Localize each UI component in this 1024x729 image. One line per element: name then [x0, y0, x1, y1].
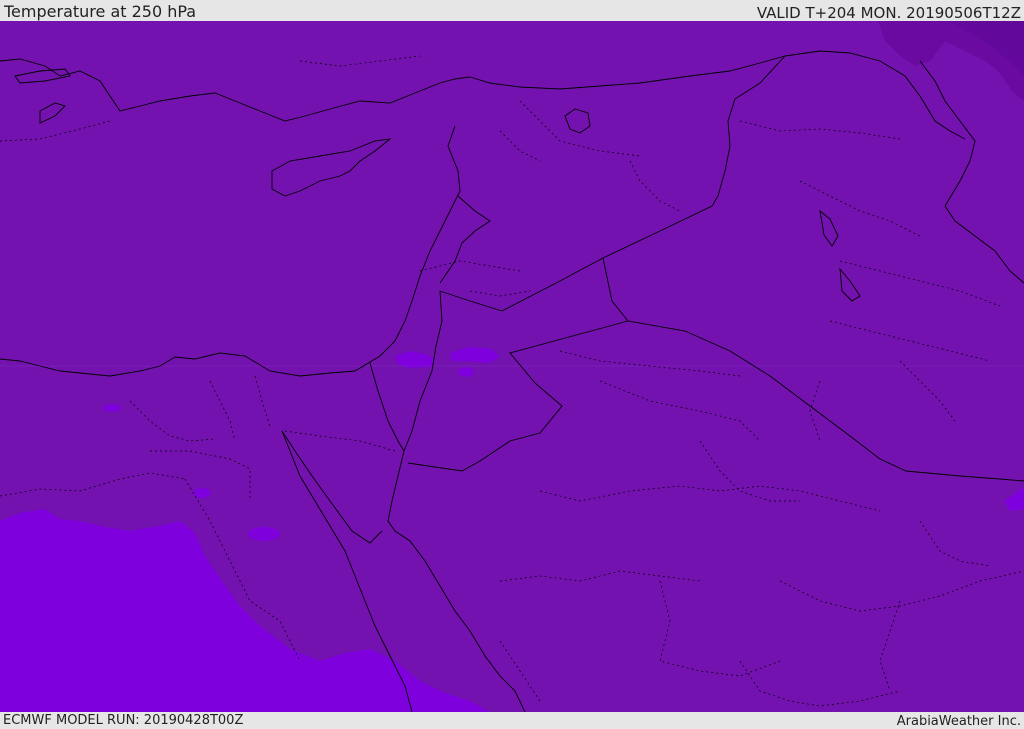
- warm-patch-small: [103, 404, 121, 412]
- warm-patch-small: [248, 527, 280, 541]
- map-title: Temperature at 250 hPa: [4, 2, 197, 21]
- model-run-label: ECMWF MODEL RUN: 20190428T00Z: [3, 713, 244, 728]
- header-bar: Temperature at 250 hPa VALID T+204 MON. …: [0, 0, 1024, 22]
- map-canvas: [0, 21, 1024, 712]
- weather-map[interactable]: [0, 21, 1024, 712]
- valid-time-label: VALID T+204 MON. 20190506T12Z: [756, 4, 1021, 22]
- credit-label: ArabiaWeather Inc.: [896, 714, 1021, 729]
- footer-bar: ECMWF MODEL RUN: 20190428T00Z ArabiaWeat…: [0, 712, 1024, 729]
- warm-patch-small: [458, 367, 474, 377]
